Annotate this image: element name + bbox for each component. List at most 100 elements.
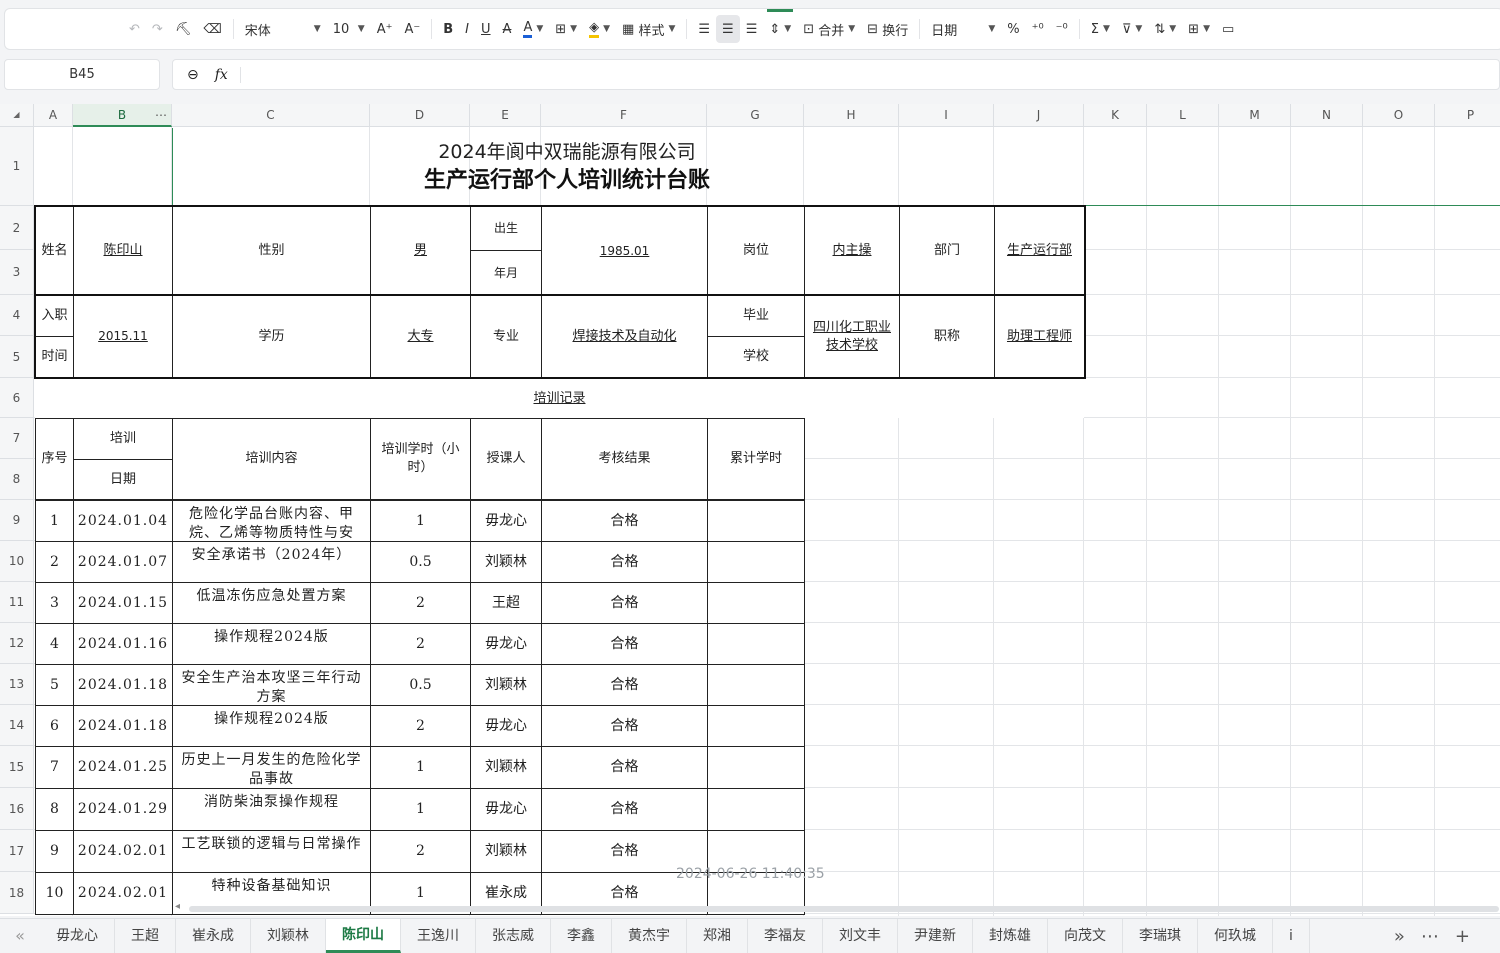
format-painter-icon[interactable]: ⛏ xyxy=(169,15,198,43)
row-header-5[interactable]: 5 xyxy=(0,336,34,378)
record-no-cell[interactable]: 9 xyxy=(35,830,74,873)
record-teacher-cell[interactable]: 王超 xyxy=(470,582,542,624)
sheet-title[interactable]: 2024年阆中双瑞能源有限公司 生产运行部个人培训统计台账 xyxy=(35,128,1219,208)
formula-bar[interactable]: ⊖ fx xyxy=(172,59,1500,90)
record-teacher-cell[interactable]: 毋龙心 xyxy=(470,705,542,747)
sheet-tab[interactable]: 封炼雄 xyxy=(973,918,1048,953)
record-content-cell[interactable]: 安全生产治本攻坚三年行动方案 xyxy=(172,664,371,706)
record-content-cell[interactable]: 消防柴油泵操作规程 xyxy=(172,788,371,831)
sort-icon[interactable]: ⇅ ▼ xyxy=(1148,15,1182,43)
record-teacher-cell[interactable]: 刘颖林 xyxy=(470,541,542,583)
column-header-a[interactable]: A xyxy=(34,104,73,127)
record-date-cell[interactable]: 2024.01.29 xyxy=(73,788,173,831)
record-result-cell[interactable]: 合格 xyxy=(541,788,708,831)
row-header-10[interactable]: 10 xyxy=(0,541,34,582)
sheet-tab[interactable]: 李福友 xyxy=(748,918,823,953)
sum-icon[interactable]: Σ ▼ xyxy=(1085,15,1116,43)
row-header-6[interactable]: 6 xyxy=(0,378,34,418)
post-value[interactable]: 内主操 xyxy=(804,206,900,296)
record-content-cell[interactable]: 危险化学品台账内容、甲烷、乙烯等物质特性与安 xyxy=(172,500,371,542)
record-date-cell[interactable]: 2024.01.15 xyxy=(73,582,173,624)
horizontal-scrollbar[interactable]: ◂ xyxy=(175,901,1500,912)
column-header-p[interactable]: P xyxy=(1435,104,1500,127)
record-hours-cell[interactable]: 2 xyxy=(370,830,471,873)
record-result-cell[interactable]: 合格 xyxy=(541,623,708,665)
scroll-left-icon[interactable]: ◂ xyxy=(175,901,180,912)
align-right-icon[interactable]: ☰ xyxy=(740,15,764,43)
record-teacher-cell[interactable]: 毋龙心 xyxy=(470,623,542,665)
record-no-cell[interactable]: 8 xyxy=(35,788,74,831)
record-no-cell[interactable]: 5 xyxy=(35,664,74,706)
record-hours-cell[interactable]: 2 xyxy=(370,623,471,665)
record-total-cell[interactable] xyxy=(707,746,805,789)
row-header-16[interactable]: 16 xyxy=(0,788,34,830)
major-value[interactable]: 焊接技术及自动化 xyxy=(541,295,708,378)
bold-icon[interactable]: B xyxy=(437,15,459,43)
add-sheet-icon[interactable]: + xyxy=(1455,926,1470,947)
record-content-cell[interactable]: 操作规程2024版 xyxy=(172,623,371,665)
clear-format-icon[interactable]: ⌫ xyxy=(197,15,227,43)
record-total-cell[interactable] xyxy=(707,541,805,583)
row-header-4[interactable]: 4 xyxy=(0,295,34,336)
record-total-cell[interactable] xyxy=(707,500,805,542)
record-hours-cell[interactable]: 2 xyxy=(370,705,471,747)
strikethrough-icon[interactable]: A xyxy=(497,15,518,43)
record-result-cell[interactable]: 合格 xyxy=(541,582,708,624)
row-header-1[interactable]: 1 xyxy=(0,127,34,206)
record-total-cell[interactable] xyxy=(707,705,805,747)
percent-icon[interactable]: % xyxy=(1001,15,1025,43)
record-content-cell[interactable]: 安全承诺书（2024年） xyxy=(172,541,371,583)
next-sheets-icon[interactable]: » xyxy=(1394,926,1405,947)
title-value[interactable]: 助理工程师 xyxy=(994,295,1085,378)
row-header-7[interactable]: 7 xyxy=(0,418,34,459)
record-date-cell[interactable]: 2024.01.07 xyxy=(73,541,173,583)
sheet-tab[interactable]: 毋龙心 xyxy=(40,918,115,953)
record-hours-cell[interactable]: 0.5 xyxy=(370,541,471,583)
row-header-8[interactable]: 8 xyxy=(0,459,34,500)
column-header-o[interactable]: O xyxy=(1363,104,1435,127)
sheet-tab[interactable]: 何玖城 xyxy=(1198,918,1273,953)
name-value[interactable]: 陈印山 xyxy=(73,206,173,296)
record-result-cell[interactable]: 合格 xyxy=(541,541,708,583)
column-header-e[interactable]: E xyxy=(470,104,541,127)
record-teacher-cell[interactable]: 毋龙心 xyxy=(470,788,542,831)
sheet-tab[interactable]: 李瑞琪 xyxy=(1123,918,1198,953)
number-format-select[interactable]: 日期 ▼ xyxy=(925,15,1001,43)
prev-sheet-icon[interactable]: « xyxy=(0,926,40,945)
font-color-icon[interactable]: A ▼ xyxy=(517,15,549,43)
record-teacher-cell[interactable]: 刘颖林 xyxy=(470,830,542,873)
sheet-tab[interactable]: i xyxy=(1273,918,1310,953)
sheet-tab[interactable]: 尹建新 xyxy=(898,918,973,953)
sheet-tab[interactable]: 王逸川 xyxy=(401,918,476,953)
column-header-n[interactable]: N xyxy=(1291,104,1363,127)
row-header-17[interactable]: 17 xyxy=(0,830,34,872)
row-header-9[interactable]: 9 xyxy=(0,500,34,541)
record-date-cell[interactable]: 2024.01.25 xyxy=(73,746,173,789)
record-content-cell[interactable]: 操作规程2024版 xyxy=(172,705,371,747)
column-header-k[interactable]: K xyxy=(1084,104,1147,127)
column-header-c[interactable]: C xyxy=(172,104,370,127)
record-total-cell[interactable] xyxy=(707,788,805,831)
record-result-cell[interactable]: 合格 xyxy=(541,705,708,747)
birth-value[interactable]: 1985.01 xyxy=(541,206,708,296)
increase-decimal-icon[interactable]: ⁺⁰ xyxy=(1026,15,1050,43)
sheet-tab[interactable]: 张志威 xyxy=(476,918,551,953)
row-header-18[interactable]: 18 xyxy=(0,872,34,914)
borders-icon[interactable]: ⊞ ▼ xyxy=(549,15,583,43)
sheet-tab[interactable]: 向茂文 xyxy=(1048,918,1123,953)
fill-color-icon[interactable]: ◈ ▼ xyxy=(583,15,616,43)
record-no-cell[interactable]: 2 xyxy=(35,541,74,583)
record-date-cell[interactable]: 2024.01.16 xyxy=(73,623,173,665)
record-teacher-cell[interactable]: 刘颖林 xyxy=(470,746,542,789)
sheet-tab[interactable]: 王超 xyxy=(115,918,176,953)
record-teacher-cell[interactable]: 刘颖林 xyxy=(470,664,542,706)
column-header-b[interactable]: B ⋯ xyxy=(73,104,172,127)
gender-value[interactable]: 男 xyxy=(370,206,471,296)
record-result-cell[interactable]: 合格 xyxy=(541,664,708,706)
name-box[interactable]: B45 xyxy=(4,59,160,90)
row-header-12[interactable]: 12 xyxy=(0,623,34,664)
record-content-cell[interactable]: 低温冻伤应急处置方案 xyxy=(172,582,371,624)
record-content-cell[interactable]: 工艺联锁的逻辑与日常操作 xyxy=(172,830,371,873)
sheet-tab[interactable]: 刘文丰 xyxy=(823,918,898,953)
column-header-l[interactable]: L xyxy=(1147,104,1219,127)
